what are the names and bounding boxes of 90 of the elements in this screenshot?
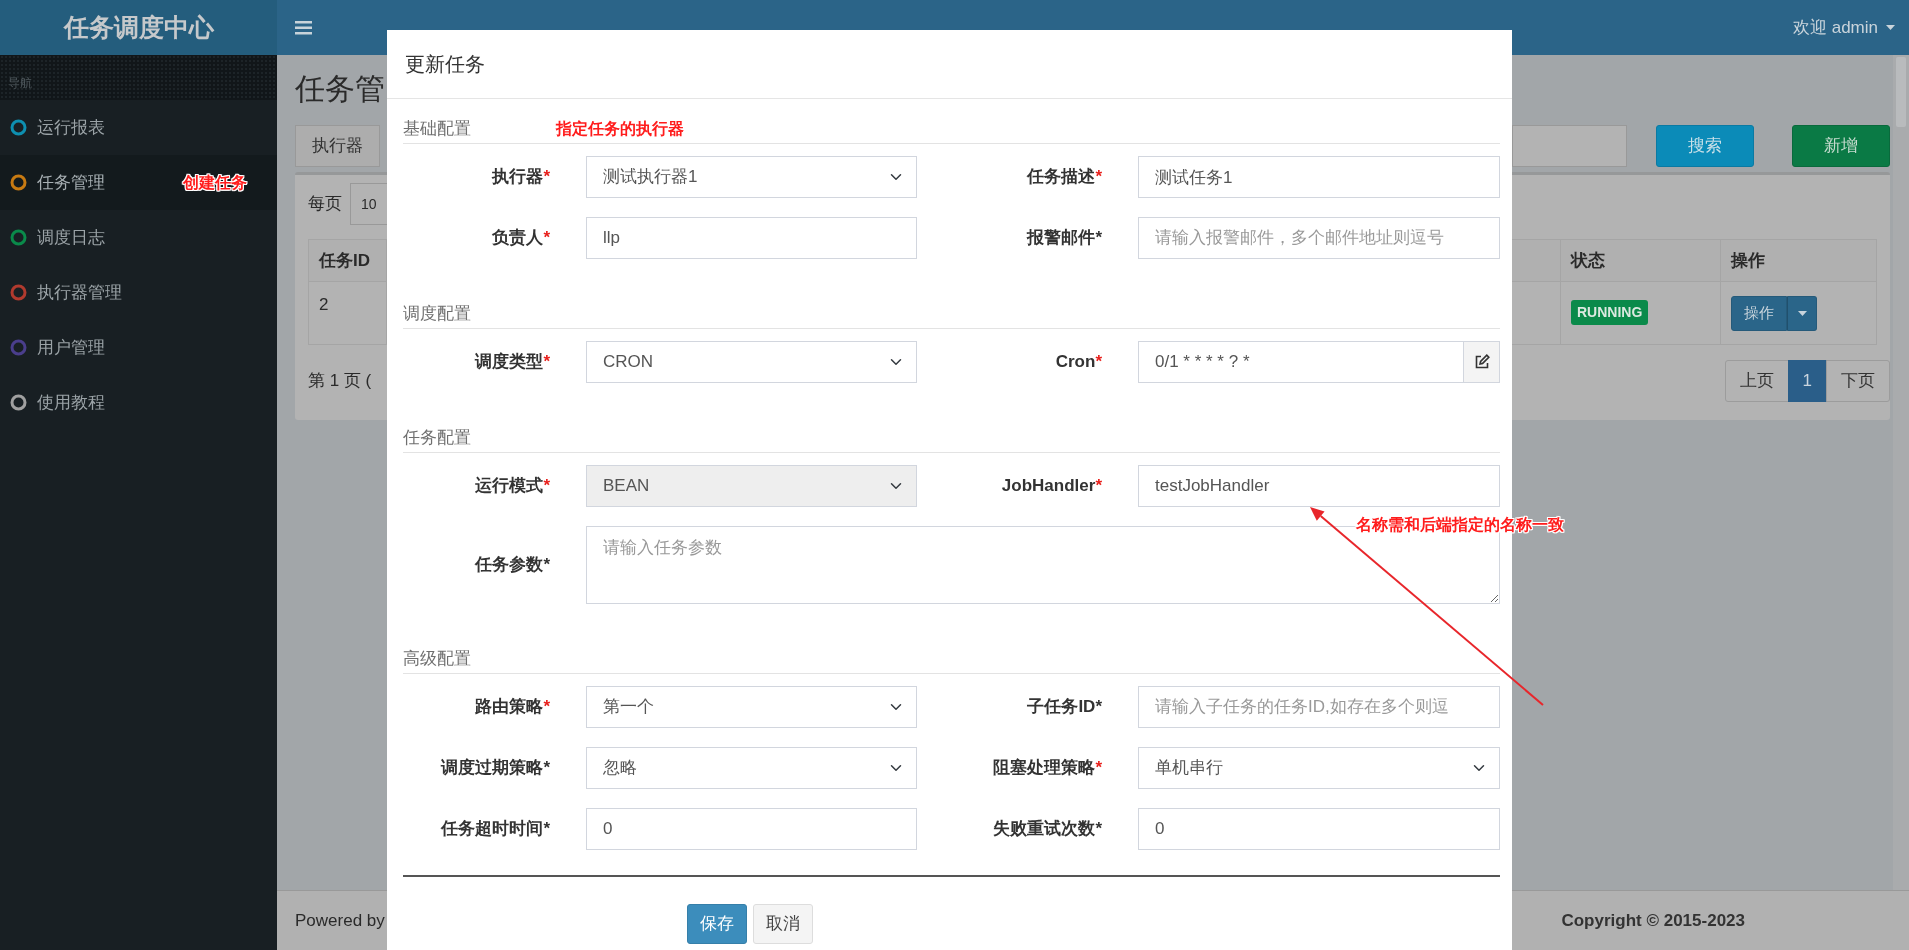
required-mark: * [543, 696, 550, 719]
dropdown[interactable]: 第一个 [586, 686, 917, 728]
input-field[interactable]: 0 [1138, 808, 1500, 850]
sidebar-item[interactable]: 调度日志 [0, 210, 277, 265]
footer-text: Powered by [295, 909, 385, 932]
dropdown[interactable]: CRON [586, 341, 917, 383]
required-mark: * [1095, 475, 1102, 498]
field-label: 报警邮件 [1027, 227, 1096, 250]
field-label: 任务参数 [475, 554, 544, 577]
required-mark: * [1095, 227, 1102, 250]
dropdown[interactable]: 单机串行 [1138, 747, 1500, 789]
input-field[interactable]: llp [586, 217, 917, 259]
scrollbar-track[interactable] [1893, 55, 1909, 890]
annotation-note: 指定任务的执行器 [556, 118, 684, 139]
add-button[interactable]: 新增 [1792, 125, 1890, 167]
required-mark: * [543, 757, 550, 780]
pagination-button[interactable]: 1 [1787, 360, 1827, 402]
required-mark: * [543, 227, 550, 250]
required-mark: * [543, 818, 550, 841]
copyright-text: Copyright © 2015-2023 [1561, 909, 1745, 932]
modal-title: 更新任务 [405, 52, 485, 77]
required-mark: * [543, 554, 550, 577]
input-field[interactable]: 请输入子任务的任务ID,如存在多个则逗 [1138, 686, 1500, 728]
user-menu[interactable]: 欢迎 admin [1792, 14, 1878, 41]
input-field[interactable]: 0 [586, 808, 917, 850]
sidebar-item[interactable]: 使用教程 [0, 375, 277, 430]
page-info: 第 1 页 ( [308, 370, 373, 393]
caret-icon [1886, 25, 1895, 30]
sidebar-item-label[interactable]: 执行器管理 [37, 279, 122, 306]
nav-section-label: 导航 [8, 76, 32, 90]
annotation-note: 创建任务 [183, 172, 247, 193]
sidebar-item-label[interactable]: 用户管理 [37, 334, 105, 361]
action-button[interactable]: 操作 [1731, 296, 1787, 331]
edit-icon [1473, 354, 1490, 370]
field-label: 子任务ID [1027, 696, 1096, 719]
sidebar-item-label[interactable]: 运行报表 [37, 114, 105, 141]
dropdown[interactable]: 测试执行器1 [586, 156, 917, 198]
edit-button[interactable] [1464, 341, 1500, 383]
required-mark: * [1095, 757, 1102, 780]
required-mark: * [543, 475, 550, 498]
required-mark: * [543, 351, 550, 374]
field-label: 负责人 [492, 227, 544, 250]
field-label: 任务描述 [1027, 166, 1096, 189]
required-mark: * [1095, 351, 1102, 374]
field-label: Cron [1055, 351, 1096, 374]
sidebar-item-label[interactable]: 使用教程 [37, 389, 105, 416]
table-header-cell: 操作 [1720, 240, 1876, 282]
field-label: JobHandler [1001, 475, 1096, 498]
sidebar-item[interactable]: 运行报表 [0, 100, 277, 155]
dropdown[interactable]: 忽略 [586, 747, 917, 789]
required-mark: * [543, 166, 550, 189]
required-mark: * [1095, 166, 1102, 189]
input-field[interactable]: 请输入报警邮件，多个邮件地址则逗号 [1138, 217, 1500, 259]
caret-icon [1797, 311, 1807, 316]
sidebar-item[interactable]: 执行器管理 [0, 265, 277, 320]
field-label: 任务超时时间 [441, 818, 544, 841]
app-logo-text: 任务调度中心 [63, 11, 214, 43]
page-title: 任务管 [295, 71, 386, 107]
field-label: 调度类型 [475, 351, 544, 374]
sidebar-item[interactable]: 任务管理 创建任务 [0, 155, 277, 210]
field-label: 阻塞处理策略 [993, 757, 1096, 780]
pagination-button[interactable]: 下页 [1826, 360, 1890, 402]
search-field[interactable] [1512, 125, 1627, 167]
dropdown-toggle-button[interactable] [1787, 296, 1817, 331]
pagination-button[interactable]: 上页 [1724, 360, 1789, 402]
field-label: 执行器 [492, 166, 544, 189]
input-field[interactable]: testJobHandler [1138, 465, 1500, 507]
section-heading: 高级配置 [403, 647, 471, 670]
input-field[interactable]: 0/1 * * * * ? * [1138, 341, 1465, 383]
sidebar-item-label[interactable]: 任务管理 [37, 169, 105, 196]
input-field[interactable]: 测试任务1 [1138, 156, 1500, 198]
filter-label: 执行器 [295, 125, 380, 167]
sidebar-item-label[interactable]: 调度日志 [37, 224, 105, 251]
field-label: 失败重试次数 [993, 818, 1096, 841]
required-mark: * [1095, 818, 1102, 841]
field-label: 调度过期策略 [441, 757, 544, 780]
field-label: 路由策略 [475, 696, 544, 719]
table-cell-text: 2 [318, 294, 330, 316]
table-header-cell: 状态 [1560, 240, 1720, 282]
section-heading: 基础配置 [403, 117, 471, 140]
cancel-button[interactable]: 取消 [753, 904, 813, 944]
page-size-label: 每页 [308, 193, 342, 216]
status-badge: RUNNING [1571, 300, 1649, 325]
sidebar-item[interactable]: 用户管理 [0, 320, 277, 375]
section-heading: 任务配置 [403, 426, 471, 449]
section-heading: 调度配置 [403, 302, 471, 325]
field-label: 运行模式 [475, 475, 544, 498]
menu-icon[interactable] [295, 20, 312, 35]
required-mark: * [1095, 696, 1102, 719]
save-button[interactable]: 保存 [687, 904, 747, 944]
